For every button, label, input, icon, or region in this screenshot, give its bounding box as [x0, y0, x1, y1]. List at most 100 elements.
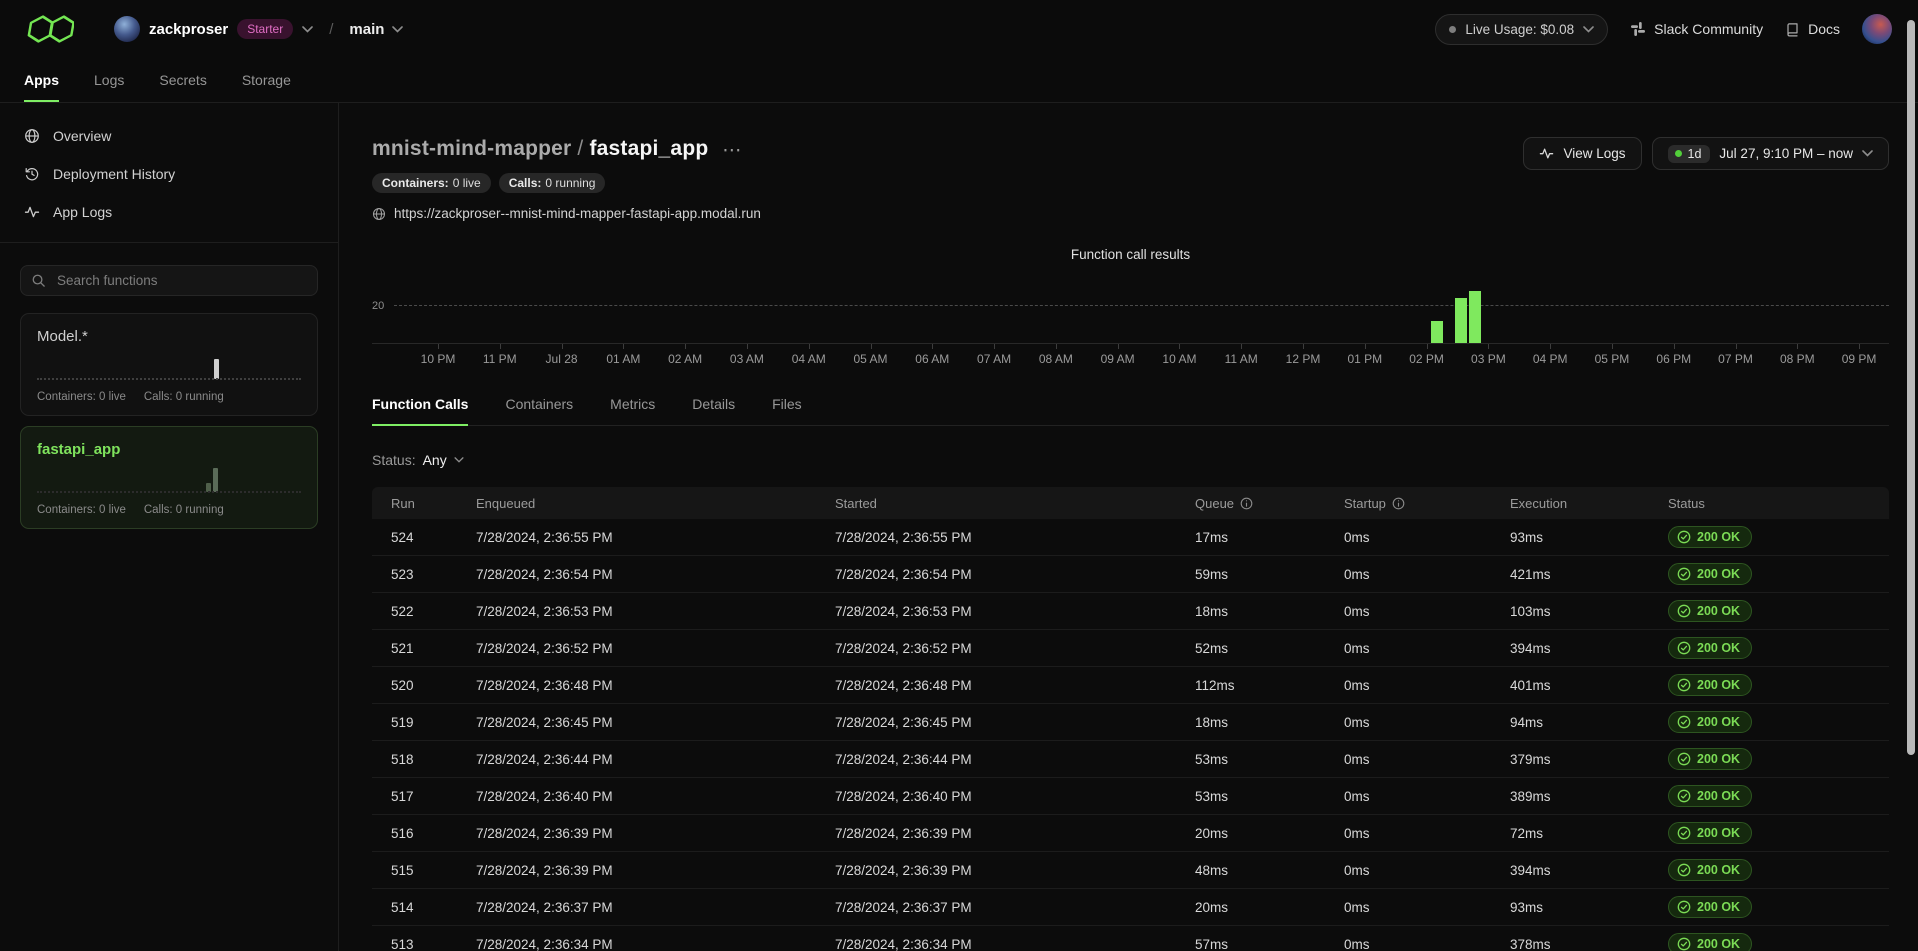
cell-queue: 17ms	[1195, 530, 1344, 545]
cell-execution: 103ms	[1510, 604, 1668, 619]
nav-tab-apps[interactable]: Apps	[24, 58, 59, 102]
slack-community-label: Slack Community	[1654, 21, 1763, 37]
modal-logo-icon[interactable]	[24, 9, 74, 49]
table-row[interactable]: 5227/28/2024, 2:36:53 PM7/28/2024, 2:36:…	[372, 593, 1889, 630]
view-logs-label: View Logs	[1563, 146, 1625, 161]
cell-startup: 0ms	[1344, 937, 1510, 951]
app-url-link[interactable]: https://zackproser--mnist-mind-mapper-fa…	[372, 206, 761, 221]
cell-startup: 0ms	[1344, 752, 1510, 767]
nav-tab-logs[interactable]: Logs	[94, 58, 124, 102]
cell-run: 514	[391, 900, 476, 915]
x-axis-tick	[1303, 344, 1304, 349]
cell-startup: 0ms	[1344, 863, 1510, 878]
scrollbar-thumb[interactable]	[1907, 20, 1915, 755]
check-circle-icon	[1677, 826, 1691, 840]
x-axis-tick-label: 04 PM	[1533, 352, 1568, 366]
tab-files[interactable]: Files	[772, 390, 802, 425]
search-functions-box[interactable]	[20, 265, 318, 296]
sidebar-item-app-logs[interactable]: App Logs	[0, 193, 338, 231]
status-badge-label: 200 OK	[1697, 678, 1740, 692]
tab-metrics[interactable]: Metrics	[610, 390, 655, 425]
column-header-label: Status	[1668, 496, 1705, 511]
cell-status: 200 OK	[1668, 711, 1889, 733]
cell-startup: 0ms	[1344, 789, 1510, 804]
status-filter-label: Status:	[372, 452, 416, 468]
page-header: mnist-mind-mapper/fastapi_app ⋯ Containe…	[372, 137, 1889, 221]
info-icon[interactable]	[1392, 497, 1405, 510]
cell-execution: 93ms	[1510, 900, 1668, 915]
tab-containers[interactable]: Containers	[505, 390, 573, 425]
slack-icon	[1630, 21, 1646, 37]
x-axis-tick	[1674, 344, 1675, 349]
cell-run: 517	[391, 789, 476, 804]
view-logs-button[interactable]: View Logs	[1523, 137, 1641, 170]
cell-run: 521	[391, 641, 476, 656]
status-badge: 200 OK	[1668, 785, 1752, 807]
table-row[interactable]: 5187/28/2024, 2:36:44 PM7/28/2024, 2:36:…	[372, 741, 1889, 778]
x-axis-tick	[1179, 344, 1180, 349]
status-filter-dropdown[interactable]: Status: Any	[372, 452, 464, 468]
table-row[interactable]: 5157/28/2024, 2:36:39 PM7/28/2024, 2:36:…	[372, 852, 1889, 889]
live-usage-button[interactable]: Live Usage: $0.08	[1435, 14, 1608, 45]
nav-tab-storage[interactable]: Storage	[242, 58, 291, 102]
environment-switcher[interactable]: main	[349, 21, 403, 38]
tab-details[interactable]: Details	[692, 390, 735, 425]
cell-execution: 389ms	[1510, 789, 1668, 804]
x-axis-tick-label: 10 PM	[421, 352, 456, 366]
cell-status: 200 OK	[1668, 859, 1889, 881]
table-row[interactable]: 5167/28/2024, 2:36:39 PM7/28/2024, 2:36:…	[372, 815, 1889, 852]
workspace-switcher[interactable]: zackproser Starter	[114, 16, 313, 42]
x-axis-tick	[1550, 344, 1551, 349]
table-row[interactable]: 5147/28/2024, 2:36:37 PM7/28/2024, 2:36:…	[372, 889, 1889, 926]
x-axis-tick-label: Jul 28	[546, 352, 578, 366]
cell-status: 200 OK	[1668, 933, 1889, 951]
status-badge-label: 200 OK	[1697, 900, 1740, 914]
table-row[interactable]: 5177/28/2024, 2:36:40 PM7/28/2024, 2:36:…	[372, 778, 1889, 815]
column-header-label: Startup	[1344, 496, 1386, 511]
x-axis-tick-label: 01 PM	[1347, 352, 1382, 366]
chevron-down-icon	[454, 457, 464, 463]
table-row[interactable]: 5217/28/2024, 2:36:52 PM7/28/2024, 2:36:…	[372, 630, 1889, 667]
table-row[interactable]: 5207/28/2024, 2:36:48 PM7/28/2024, 2:36:…	[372, 667, 1889, 704]
info-icon[interactable]	[1240, 497, 1253, 510]
nav-tab-secrets[interactable]: Secrets	[159, 58, 206, 102]
check-circle-icon	[1677, 641, 1691, 655]
tab-function-calls[interactable]: Function Calls	[372, 390, 468, 425]
check-circle-icon	[1677, 937, 1691, 951]
table-row[interactable]: 5197/28/2024, 2:36:45 PM7/28/2024, 2:36:…	[372, 704, 1889, 741]
function-card-model[interactable]: Model.*Containers: 0 liveCalls: 0 runnin…	[20, 313, 318, 416]
cell-execution: 394ms	[1510, 863, 1668, 878]
x-axis-tick-label: 11 AM	[1225, 352, 1258, 366]
search-functions-input[interactable]	[55, 272, 307, 289]
topbar-left: zackproser Starter / main	[24, 9, 403, 49]
y-axis-tick-label: 20	[372, 300, 384, 312]
app-url: https://zackproser--mnist-mind-mapper-fa…	[394, 206, 761, 221]
usage-dot-icon	[1449, 26, 1456, 33]
function-card-title: Model.*	[37, 328, 301, 345]
user-avatar[interactable]	[1862, 14, 1892, 44]
time-range-button[interactable]: 1d Jul 27, 9:10 PM – now	[1652, 137, 1889, 170]
column-header-startup: Startup	[1344, 496, 1510, 511]
slack-community-link[interactable]: Slack Community	[1630, 21, 1763, 37]
status-badge: 200 OK	[1668, 637, 1752, 659]
function-name: fastapi_app	[589, 137, 708, 160]
book-icon	[1785, 22, 1800, 37]
cell-run: 523	[391, 567, 476, 582]
cell-status: 200 OK	[1668, 637, 1889, 659]
function-card-fastapi-app[interactable]: fastapi_appContainers: 0 liveCalls: 0 ru…	[20, 426, 318, 529]
column-header-label: Queue	[1195, 496, 1234, 511]
status-badge: 200 OK	[1668, 859, 1752, 881]
table-row[interactable]: 5237/28/2024, 2:36:54 PM7/28/2024, 2:36:…	[372, 556, 1889, 593]
cell-execution: 394ms	[1510, 641, 1668, 656]
docs-link[interactable]: Docs	[1785, 21, 1840, 37]
stat-badge-label: Containers:	[382, 176, 449, 190]
status-badge: 200 OK	[1668, 748, 1752, 770]
topbar-right: Live Usage: $0.08 Slack Commu	[1435, 14, 1892, 45]
table-row[interactable]: 5247/28/2024, 2:36:55 PM7/28/2024, 2:36:…	[372, 519, 1889, 556]
sidebar-item-deployment-history[interactable]: Deployment History	[0, 155, 338, 193]
sidebar-item-overview[interactable]: Overview	[0, 117, 338, 155]
more-menu-button[interactable]: ⋯	[722, 143, 741, 155]
cell-run: 515	[391, 863, 476, 878]
table-row[interactable]: 5137/28/2024, 2:36:34 PM7/28/2024, 2:36:…	[372, 926, 1889, 951]
x-axis-tick-label: 07 AM	[977, 352, 1011, 366]
